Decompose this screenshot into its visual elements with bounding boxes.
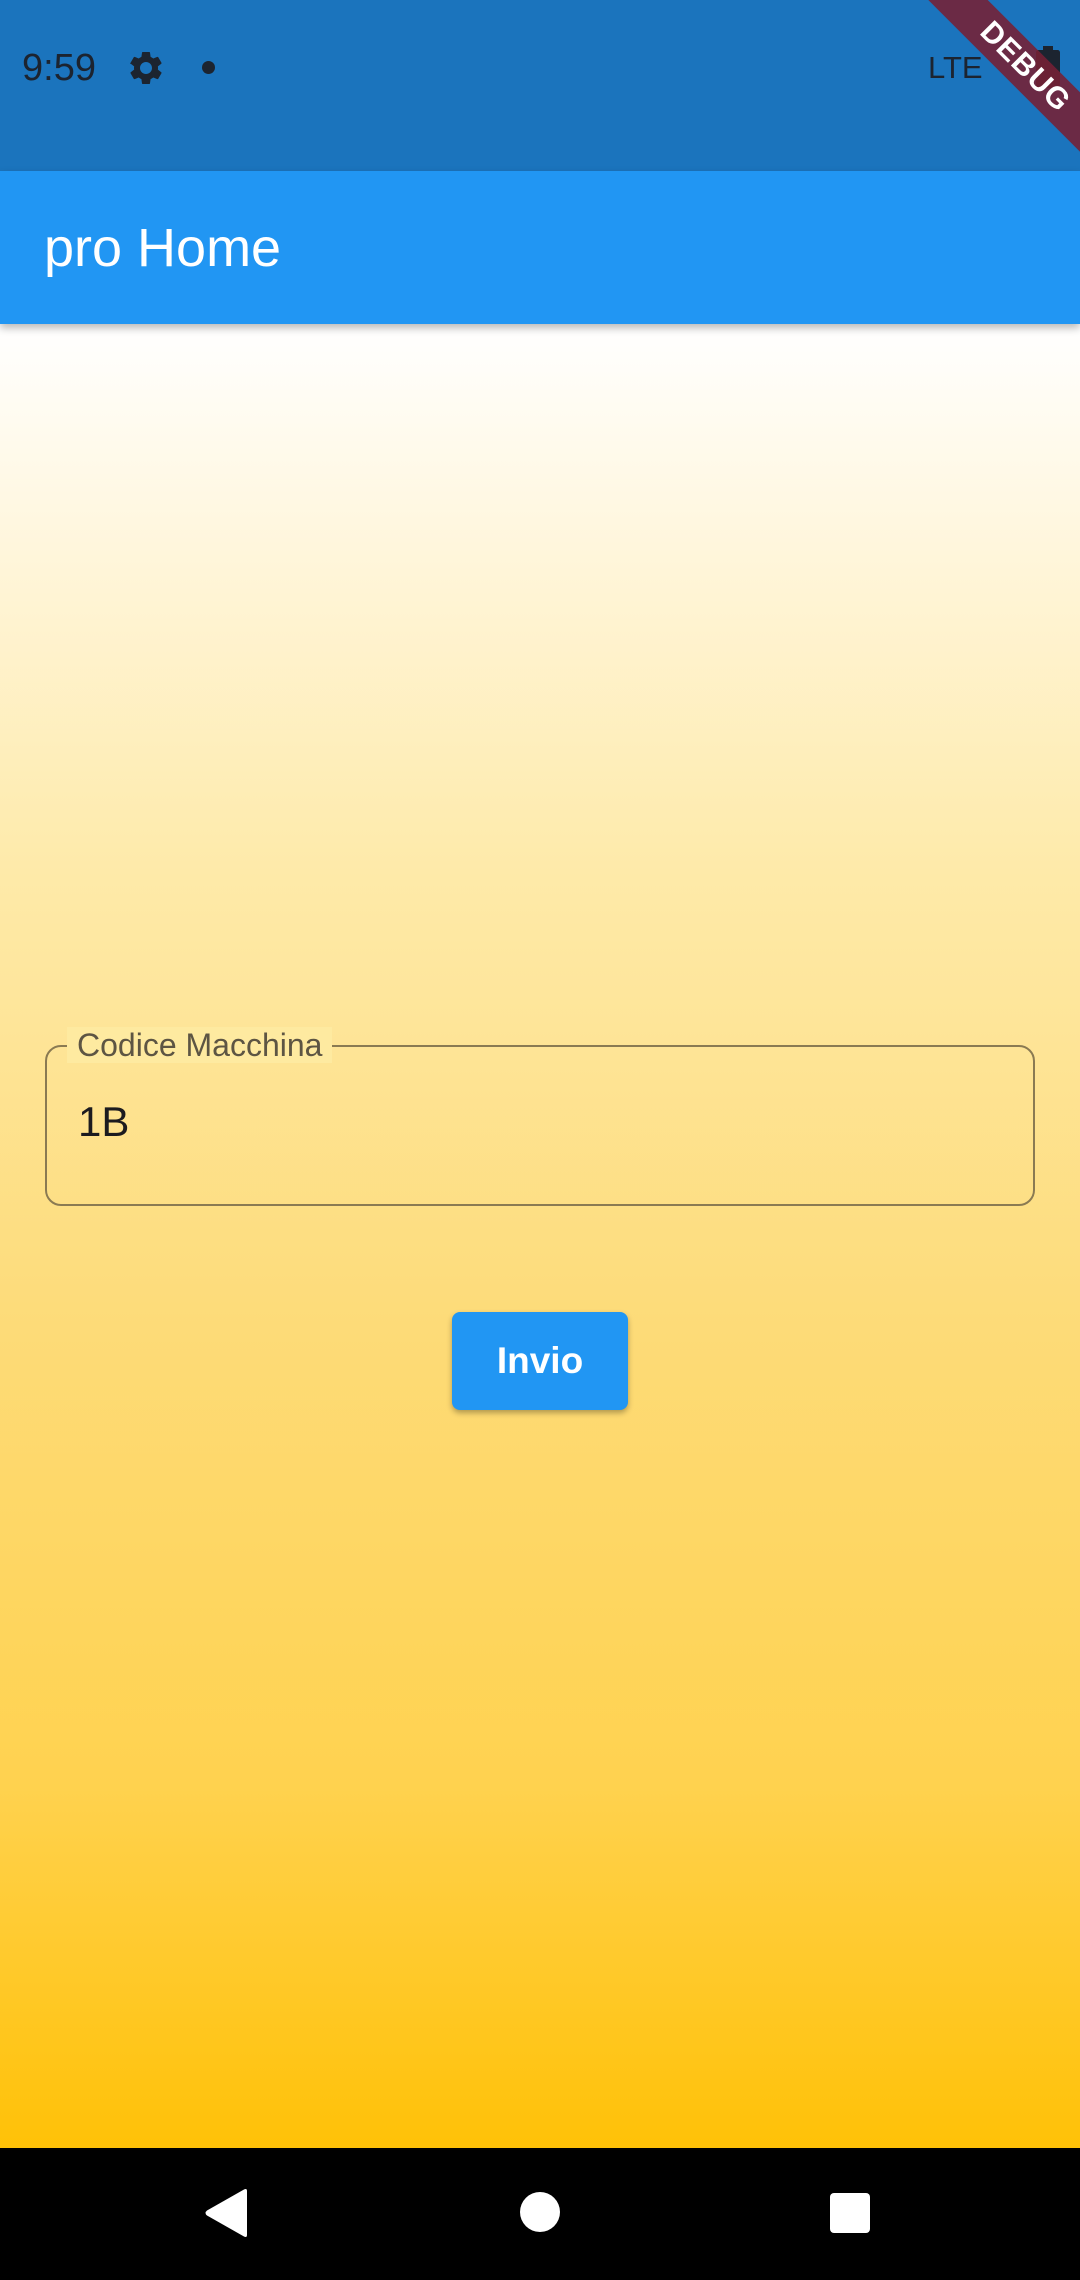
screen: 9:59 LTE DEBUG pro Home Codice Macchina … [0,0,1080,2280]
network-label: LTE [928,50,983,85]
debug-banner: DEBUG [904,0,1080,188]
status-time: 9:59 [22,47,96,89]
submit-button[interactable]: Invio [452,1312,628,1410]
recents-icon[interactable] [830,2193,870,2233]
app-bar: pro Home [0,171,1080,324]
navigation-bar [0,2148,1080,2280]
machine-code-input[interactable]: 1B [78,1097,129,1147]
machine-code-field[interactable]: Codice Macchina 1B [45,1027,1035,1206]
notification-dot-icon [202,61,215,74]
machine-code-label: Codice Macchina [67,1027,333,1063]
home-icon[interactable] [520,2192,560,2232]
back-icon[interactable] [203,2188,249,2238]
page-title: pro Home [44,218,282,278]
main-content: Codice Macchina 1B Invio [0,324,1080,2148]
gear-icon [129,51,162,84]
status-bar: 9:59 LTE DEBUG [0,0,1080,188]
